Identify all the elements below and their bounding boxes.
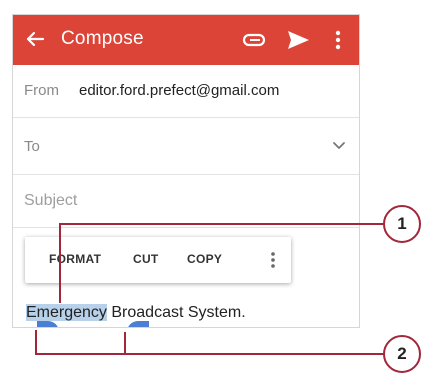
callout-lines	[35, 223, 384, 355]
callout-1: 1	[383, 205, 421, 243]
callout-2: 2	[383, 335, 421, 373]
